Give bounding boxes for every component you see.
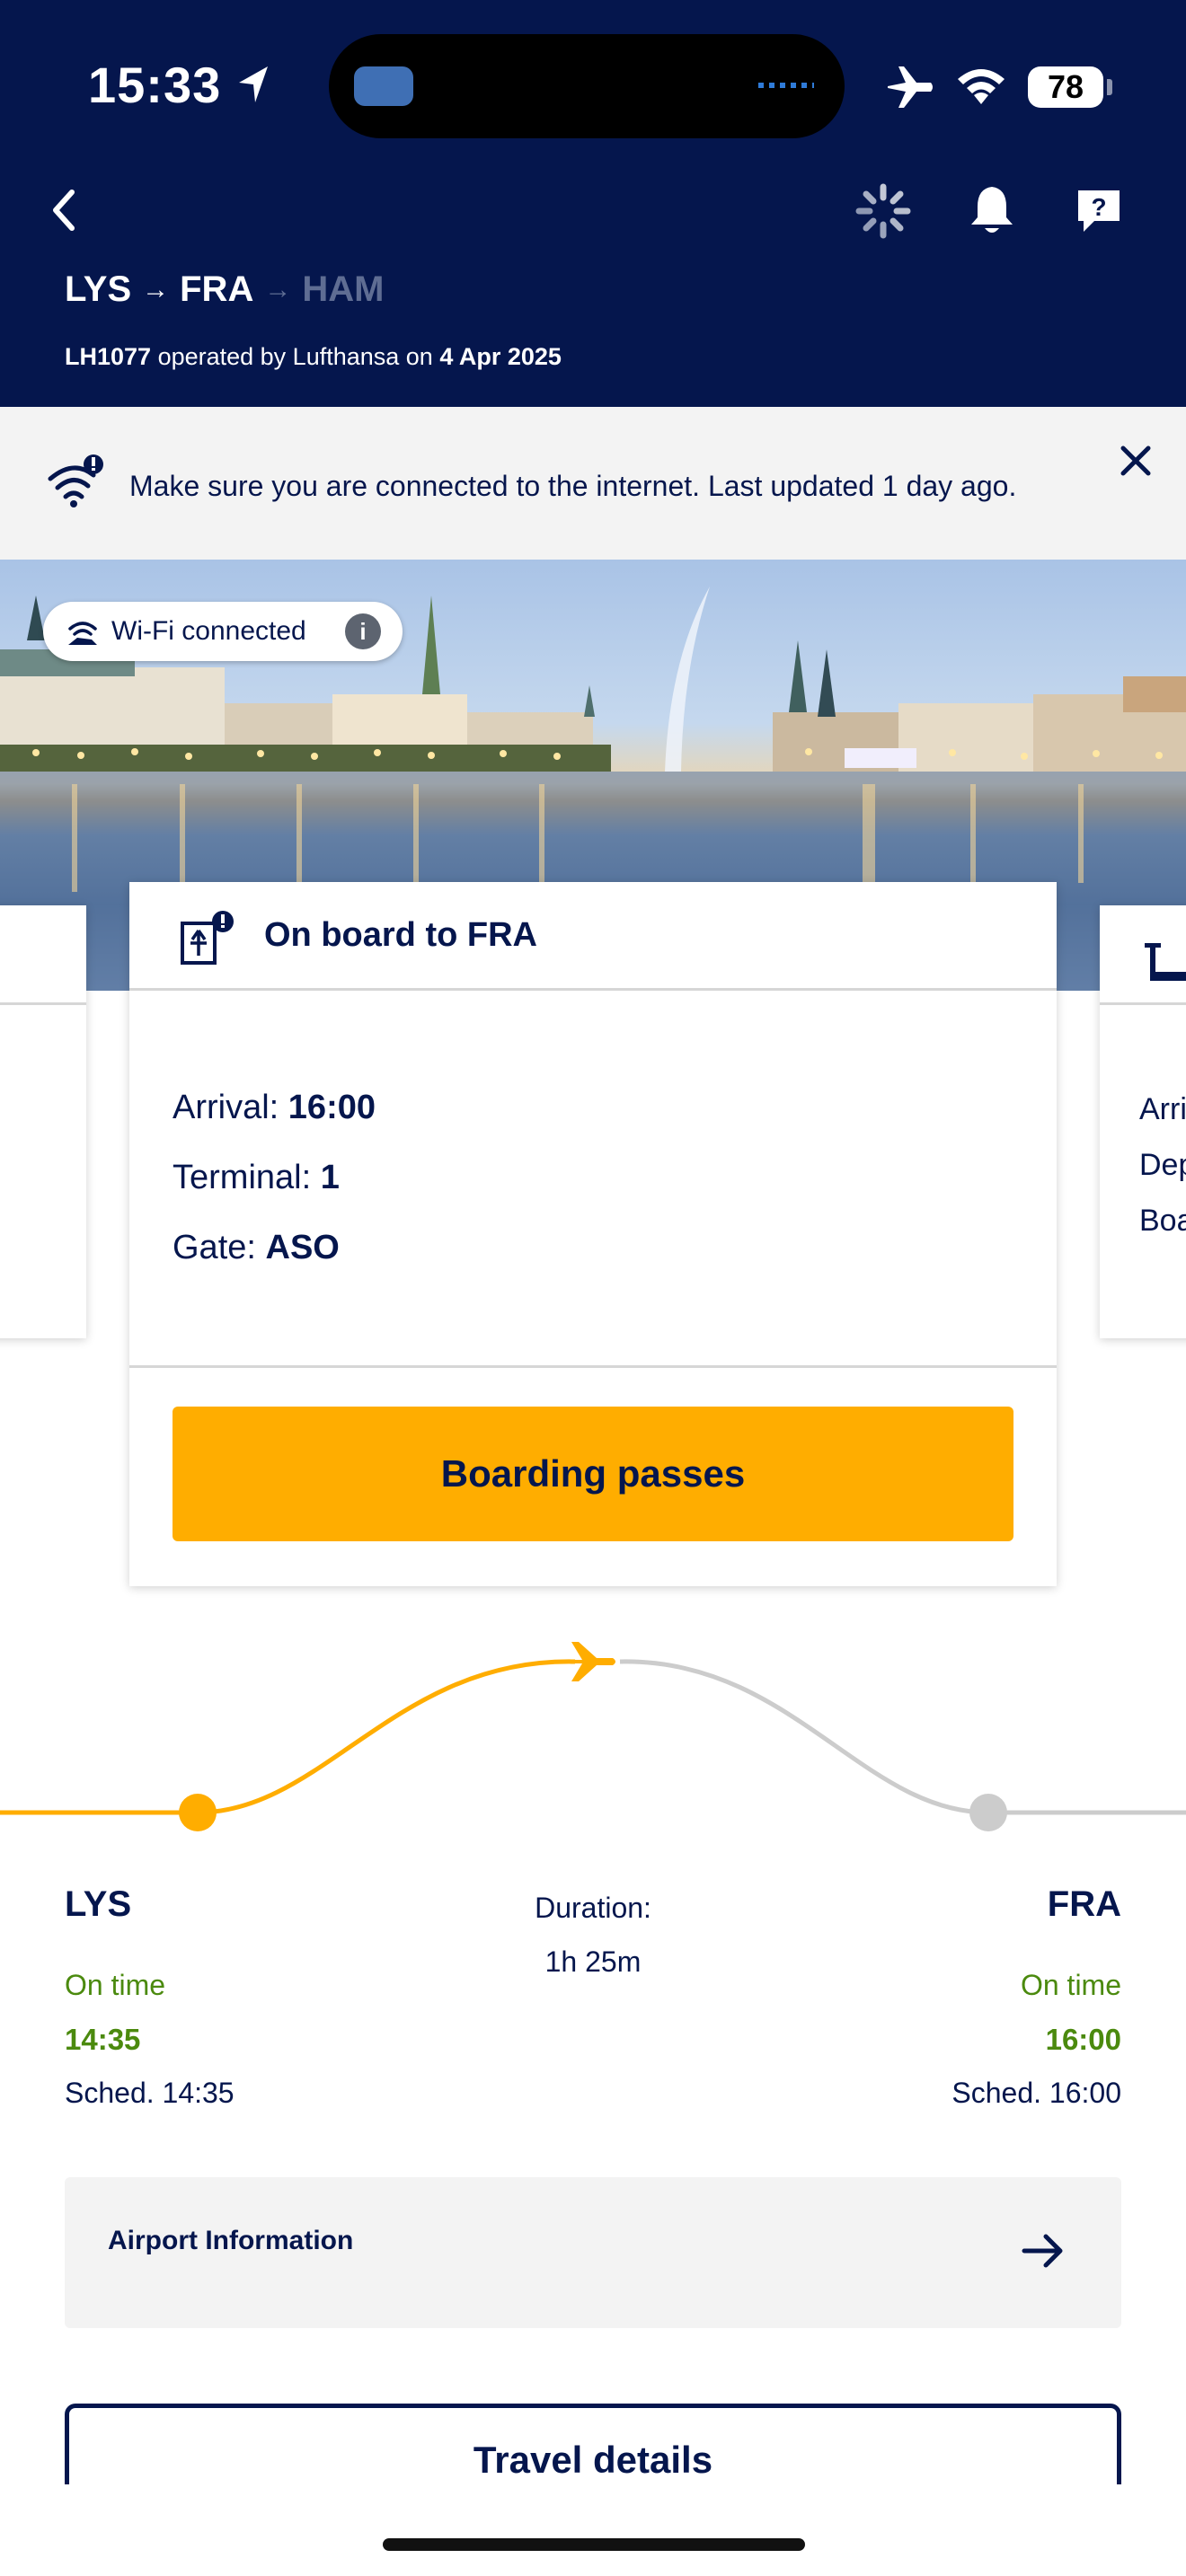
card-divider <box>0 1002 86 1005</box>
route-stop: FRA <box>180 269 254 309</box>
battery-icon <box>1107 79 1112 95</box>
plane-icon <box>559 1642 615 1681</box>
terminal-row: Terminal: 1 <box>173 1159 340 1197</box>
bell-icon[interactable] <box>967 183 1017 237</box>
help-icon[interactable]: ? <box>1075 187 1123 235</box>
banner-message: Make sure you are connected to the inter… <box>129 470 1017 502</box>
flight-subtitle: LH1077 operated by Lufthansa on 4 Apr 20… <box>65 343 562 371</box>
back-chevron-icon[interactable] <box>47 185 83 235</box>
gate-row: Gate: ASO <box>173 1229 340 1267</box>
route-arrow-dim: → <box>264 275 292 304</box>
card-title: On board to FRA <box>264 916 537 954</box>
wifi-connected-label: Wi-Fi connected <box>111 616 306 646</box>
timeline-remaining-curve <box>619 1659 1186 1815</box>
airport-tower-icon <box>1145 943 1186 981</box>
gate-value: ASO <box>265 1229 340 1266</box>
duration-value: 1h 25m <box>544 1945 642 1978</box>
previous-card-peek[interactable] <box>0 905 86 1338</box>
operated-by-text: operated by Lufthansa on <box>151 343 440 370</box>
origin-dot <box>179 1794 217 1831</box>
live-activity-thumbnail <box>354 66 413 106</box>
wifi-warning-icon <box>48 454 103 507</box>
dynamic-island <box>329 34 845 138</box>
svg-text:?: ? <box>1091 193 1106 221</box>
status-time: 15:33 <box>88 57 222 113</box>
airplane-mode-icon <box>888 66 933 108</box>
flight-progress-timeline <box>0 1642 1186 1831</box>
wifi-connected-badge[interactable]: Wi-Fi connected i <box>43 602 403 661</box>
route-title: LYS → FRA → HAM <box>65 269 384 310</box>
destination-status: On time <box>1020 1969 1121 2001</box>
bottom-safe-area <box>0 2484 1186 2576</box>
origin-code: LYS <box>65 1884 132 1924</box>
live-activity-dots <box>758 83 814 88</box>
flight-date: 4 Apr 2025 <box>439 343 562 370</box>
origin-status: On time <box>65 1969 166 2001</box>
next-card-row-1: Arri <box>1139 1092 1186 1126</box>
destination-scheduled-time: Sched. 16:00 <box>951 2077 1121 2109</box>
travel-details-label: Travel details <box>473 2439 713 2481</box>
origin-scheduled-time: Sched. 14:35 <box>65 2077 235 2109</box>
destination-actual-time: 16:00 <box>1045 2023 1121 2056</box>
close-icon[interactable] <box>1118 443 1154 479</box>
timeline-completed-curve <box>197 1659 576 1815</box>
loading-spinner-icon <box>855 183 911 239</box>
app-header: 15:33 78 ? LYS → FRA → HAM LH1077 operat… <box>0 0 1186 407</box>
arrival-row: Arrival: 16:00 <box>173 1089 376 1127</box>
boarding-passes-button[interactable]: Boarding passes <box>173 1407 1013 1541</box>
airport-information-link[interactable]: Airport Information <box>65 2177 1121 2328</box>
next-card-row-2: Dep <box>1139 1148 1186 1182</box>
onboard-wifi-icon <box>68 622 97 645</box>
terminal-value: 1 <box>320 1159 340 1196</box>
route-origin: LYS <box>65 269 132 309</box>
arrival-label: Arrival: <box>173 1089 288 1126</box>
on-board-card: On board to FRA Arrival: 16:00 Terminal:… <box>129 882 1057 1586</box>
duration-label: Duration: <box>535 1892 651 1924</box>
destination-code: FRA <box>1047 1884 1121 1924</box>
wifi-icon <box>958 69 1005 104</box>
arrow-right-icon <box>1022 2234 1063 2268</box>
home-indicator <box>383 2538 805 2551</box>
next-card-peek[interactable]: Arri Dep Boa <box>1100 905 1186 1338</box>
airport-information-label: Airport Information <box>108 2226 354 2255</box>
offline-banner: Make sure you are connected to the inter… <box>0 407 1186 560</box>
location-arrow-icon <box>239 66 268 102</box>
card-divider <box>129 1365 1057 1368</box>
card-divider <box>129 988 1057 991</box>
card-divider <box>1100 1002 1186 1005</box>
battery-level: 78 <box>1028 66 1103 108</box>
origin-actual-time: 14:35 <box>65 2023 141 2056</box>
terminal-label: Terminal: <box>173 1159 321 1196</box>
info-icon[interactable]: i <box>345 613 381 649</box>
flight-number: LH1077 <box>65 343 152 370</box>
boarding-gate-icon <box>181 911 234 965</box>
gate-label: Gate: <box>173 1229 266 1266</box>
route-arrow: → <box>142 275 170 304</box>
arrival-value: 16:00 <box>288 1089 376 1126</box>
route-destination: HAM <box>302 269 385 309</box>
destination-dot <box>969 1794 1007 1831</box>
next-card-row-3: Boa <box>1139 1204 1186 1238</box>
